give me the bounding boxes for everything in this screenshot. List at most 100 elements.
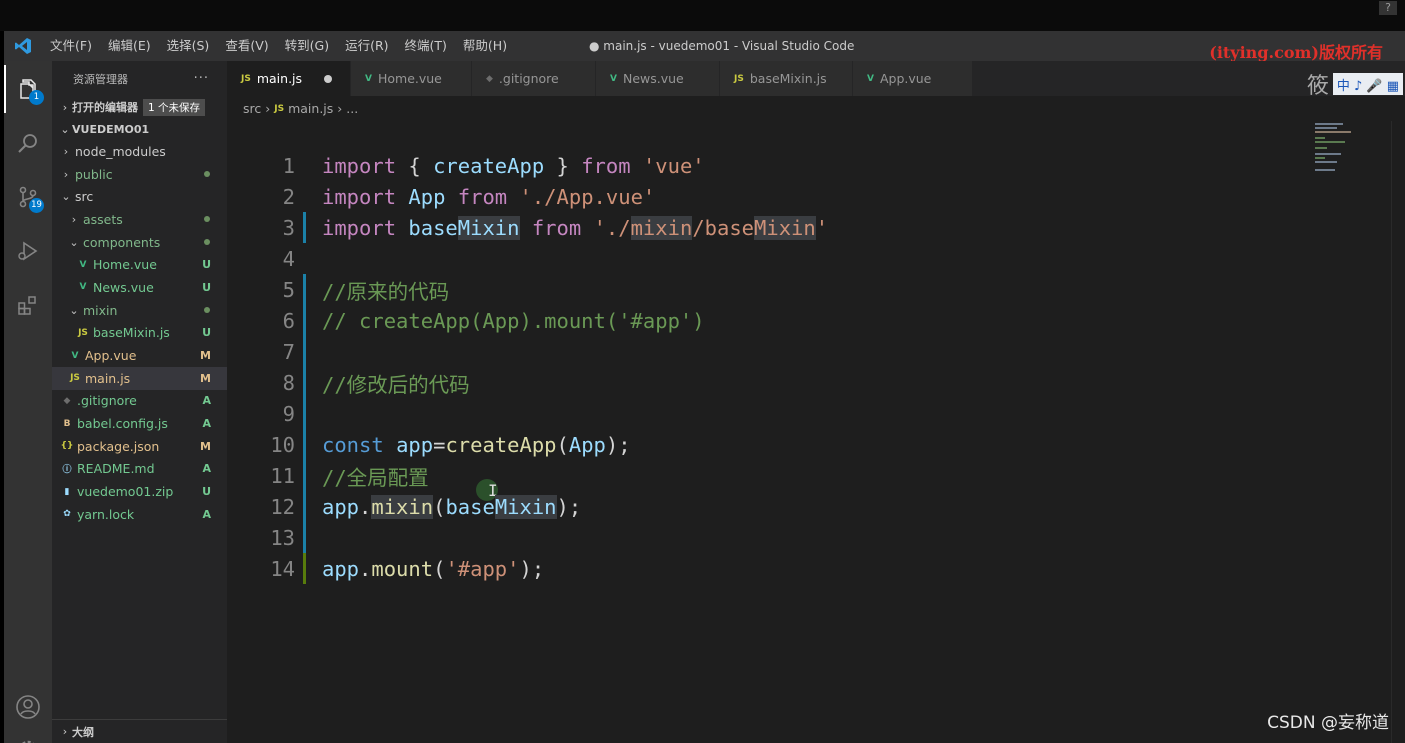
file-row[interactable]: ✿ yarn.lock A [52, 503, 227, 526]
folder-row[interactable]: ⌄ components [52, 231, 227, 254]
file-row[interactable]: {} package.json M [52, 435, 227, 458]
source-control-icon[interactable]: 19 [4, 173, 52, 221]
menu-item[interactable]: 文件(F) [42, 31, 100, 61]
account-icon[interactable] [4, 683, 52, 731]
js-file-icon: JS [78, 327, 88, 338]
code-line[interactable]: 3 import baseMixin from './mixin/baseMixi… [227, 212, 1227, 243]
git-gutter-marker[interactable] [303, 212, 306, 243]
git-gutter-marker[interactable] [303, 429, 306, 460]
code-text: app.mixin(baseMixin); [322, 494, 581, 519]
help-question-icon[interactable]: ? [1379, 1, 1397, 15]
overlay-text: 筱 [1306, 74, 1329, 99]
tab-main-js[interactable]: JS main.js [227, 61, 351, 96]
code-line[interactable]: 10 const app=createApp(App); [227, 429, 1227, 460]
git-gutter-marker[interactable] [303, 460, 306, 491]
file-row[interactable]: ◆ .gitignore A [52, 390, 227, 413]
git-gutter-marker[interactable] [303, 367, 306, 398]
git-gutter-marker[interactable] [303, 522, 306, 553]
code-line[interactable]: 9 [227, 398, 1227, 429]
more-actions-icon[interactable]: ··· [194, 71, 209, 86]
file-row[interactable]: ⓘ README.md A [52, 458, 227, 481]
chevron-right-icon: › [63, 144, 69, 158]
folder-row[interactable]: › assets [52, 208, 227, 231]
extensions-icon[interactable] [4, 281, 52, 329]
unsaved-dot-icon[interactable] [324, 74, 333, 83]
menu-item[interactable]: 终端(T) [397, 31, 455, 61]
minimap[interactable] [1309, 121, 1389, 181]
code-line[interactable]: 8 //修改后的代码 [227, 367, 1227, 398]
code-line[interactable]: 1 import { createApp } from 'vue' [227, 150, 1227, 181]
code-token: from [457, 184, 508, 209]
folder-row[interactable]: ⌄ src [52, 185, 227, 208]
git-gutter-marker[interactable] [303, 305, 306, 336]
code-token: //修改后的代码 [322, 372, 470, 397]
vue-file-icon: V [71, 350, 79, 361]
tab-basemixin-js[interactable]: JS baseMixin.js [720, 61, 853, 96]
editor-tabs: JS main.js V Home.vue ◆ .gitignore V News.vue JS… [227, 61, 1405, 96]
code-token: createApp [433, 153, 545, 178]
file-row[interactable]: V Home.vue U [52, 253, 227, 276]
outline-section[interactable]: › 大纲 [52, 719, 227, 743]
tab-news-vue[interactable]: V News.vue [596, 61, 720, 96]
code-line[interactable]: 7 [227, 336, 1227, 367]
code-line[interactable]: 5 //原来的代码 [227, 274, 1227, 305]
open-editors-section[interactable]: › 打开的编辑器 1 个未保存 [52, 96, 227, 118]
code-line[interactable]: 2 import App from './App.vue' [227, 181, 1227, 212]
tab--gitignore[interactable]: ◆ .gitignore [472, 61, 596, 96]
code-line[interactable]: 14 app.mount('#app'); [227, 553, 1227, 584]
code-line[interactable]: 11 //全局配置 [227, 460, 1227, 491]
git-gutter-marker[interactable] [303, 336, 306, 367]
folder-row[interactable]: › public [52, 163, 227, 186]
code-line[interactable]: 6 // createApp(App).mount('#app') [227, 305, 1227, 336]
menu-item[interactable]: 查看(V) [217, 31, 276, 61]
code-token: './ [593, 215, 631, 240]
code-editor[interactable]: I 1 import { createApp } from 'vue' 2 impor… [227, 121, 1387, 743]
git-gutter-marker[interactable] [303, 398, 306, 429]
menu-item[interactable]: 运行(R) [337, 31, 396, 61]
explorer-icon[interactable]: 1 [4, 65, 52, 113]
menu-item[interactable]: 帮助(H) [455, 31, 515, 61]
breadcrumb-file[interactable]: main.js [288, 101, 333, 116]
folder-row[interactable]: ⌄ mixin [52, 299, 227, 322]
file-row[interactable]: V App.vue M [52, 344, 227, 367]
git-gutter-marker[interactable] [303, 553, 306, 584]
file-row[interactable]: JS main.js M [52, 366, 227, 390]
run-debug-icon[interactable] [4, 227, 52, 275]
zip-file-icon: ▮ [64, 486, 70, 497]
code-line[interactable]: 13 [227, 522, 1227, 553]
project-section[interactable]: ⌄ VUEDEMO01 [52, 118, 227, 140]
code-token: import [322, 153, 397, 178]
explorer-header: 资源管理器 ··· [52, 61, 227, 96]
code-text: //修改后的代码 [322, 368, 470, 398]
code-token: = [433, 432, 446, 457]
code-token: mount [371, 556, 434, 581]
code-text: //原来的代码 [322, 275, 449, 305]
file-row[interactable]: Bbabel.config.js A [52, 412, 227, 435]
file-row[interactable]: ▮ vuedemo01.zip U [52, 480, 227, 503]
line-number: 9 [282, 401, 295, 426]
breadcrumb-folder[interactable]: src [243, 101, 261, 116]
settings-gear-icon[interactable] [4, 735, 52, 743]
git-gutter-marker[interactable] [303, 491, 306, 522]
tab-home-vue[interactable]: V Home.vue [351, 61, 472, 96]
menu-item[interactable]: 编辑(E) [100, 31, 159, 61]
folder-row[interactable]: › node_modules [52, 140, 227, 163]
editor-scrollbar[interactable] [1391, 121, 1405, 743]
code-line[interactable]: 12 app.mixin(baseMixin); [227, 491, 1227, 522]
menu-item[interactable]: 转到(G) [277, 31, 337, 61]
tab-app-vue[interactable]: V App.vue [853, 61, 973, 96]
tree-item-label: baseMixin.js [93, 325, 170, 341]
line-number: 4 [282, 246, 295, 271]
file-row[interactable]: JS baseMixin.js U [52, 322, 227, 345]
menu-item[interactable]: 选择(S) [159, 31, 218, 61]
outline-label: 大纲 [72, 725, 94, 739]
code-line[interactable]: 4 [227, 243, 1227, 274]
yarn-file-icon: ✿ [63, 509, 71, 520]
ime-toolbar[interactable]: 中 ♪ 🎤 ▦ [1332, 73, 1403, 95]
git-gutter-marker[interactable] [303, 274, 306, 305]
file-row[interactable]: V News.vue U [52, 276, 227, 299]
search-icon[interactable] [4, 119, 52, 167]
line-number: 8 [282, 370, 295, 395]
breadcrumb-symbol[interactable]: ... [346, 101, 358, 116]
code-token: base [408, 215, 458, 240]
